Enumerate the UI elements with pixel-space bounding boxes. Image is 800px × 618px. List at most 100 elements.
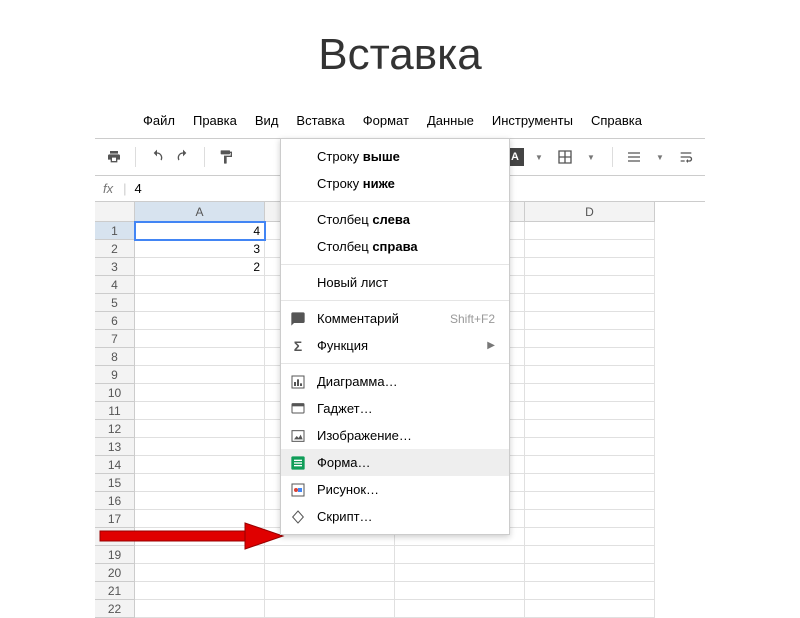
cell[interactable] <box>135 492 265 510</box>
dropdown-item-4[interactable]: Столбец справа <box>281 233 509 260</box>
cell[interactable] <box>135 474 265 492</box>
paint-format-icon[interactable] <box>215 146 237 168</box>
row-header[interactable]: 4 <box>95 276 135 294</box>
cell[interactable] <box>525 384 655 402</box>
menu-файл[interactable]: Файл <box>135 109 183 132</box>
cell[interactable] <box>135 564 265 582</box>
menu-вставка[interactable]: Вставка <box>288 109 352 132</box>
cell[interactable]: 3 <box>135 240 265 258</box>
row-header[interactable]: 11 <box>95 402 135 420</box>
align-icon[interactable] <box>623 146 645 168</box>
row-header[interactable]: 15 <box>95 474 135 492</box>
dropdown-item-13[interactable]: Изображение… <box>281 422 509 449</box>
row-header[interactable]: 22 <box>95 600 135 618</box>
dropdown-item-12[interactable]: Гаджет… <box>281 395 509 422</box>
cell[interactable] <box>395 564 525 582</box>
row-header[interactable]: 6 <box>95 312 135 330</box>
dropdown-item-label: Столбец справа <box>317 239 418 254</box>
row-header[interactable]: 10 <box>95 384 135 402</box>
cell[interactable] <box>135 366 265 384</box>
cell[interactable] <box>525 438 655 456</box>
row-header[interactable]: 14 <box>95 456 135 474</box>
row-header[interactable]: 16 <box>95 492 135 510</box>
row-header[interactable]: 12 <box>95 420 135 438</box>
cell[interactable] <box>525 276 655 294</box>
cell[interactable] <box>525 402 655 420</box>
cell[interactable] <box>395 546 525 564</box>
redo-icon[interactable] <box>172 146 194 168</box>
cell[interactable] <box>135 294 265 312</box>
cell[interactable] <box>525 312 655 330</box>
menu-формат[interactable]: Формат <box>355 109 417 132</box>
row-header[interactable]: 7 <box>95 330 135 348</box>
cell[interactable] <box>525 600 655 618</box>
row-header[interactable]: 13 <box>95 438 135 456</box>
menu-вид[interactable]: Вид <box>247 109 287 132</box>
cell[interactable] <box>265 600 395 618</box>
dropdown-item-1[interactable]: Строку ниже <box>281 170 509 197</box>
row-header[interactable]: 21 <box>95 582 135 600</box>
cell[interactable] <box>525 420 655 438</box>
cell[interactable] <box>525 330 655 348</box>
borders-icon[interactable] <box>554 146 576 168</box>
cell[interactable] <box>525 294 655 312</box>
select-all-corner[interactable] <box>95 202 135 222</box>
cell[interactable] <box>135 276 265 294</box>
menu-справка[interactable]: Справка <box>583 109 650 132</box>
dropdown-item-3[interactable]: Столбец слева <box>281 206 509 233</box>
cell[interactable]: 4 <box>135 222 265 240</box>
cell[interactable] <box>135 420 265 438</box>
cell[interactable] <box>525 564 655 582</box>
wrap-icon[interactable] <box>675 146 697 168</box>
cell[interactable] <box>525 456 655 474</box>
dropdown-item-15[interactable]: Рисунок… <box>281 476 509 503</box>
column-header[interactable]: D <box>525 202 655 222</box>
cell[interactable] <box>525 546 655 564</box>
cell[interactable] <box>525 528 655 546</box>
insert-dropdown[interactable]: Строку вышеСтроку ниже Столбец слева Столб… <box>280 138 510 535</box>
cell[interactable]: 2 <box>135 258 265 276</box>
cell[interactable] <box>525 582 655 600</box>
cell[interactable] <box>395 582 525 600</box>
dropdown-item-16[interactable]: Скрипт… <box>281 503 509 530</box>
dropdown-item-11[interactable]: Диаграмма… <box>281 368 509 395</box>
dropdown-item-14[interactable]: Форма… <box>281 449 509 476</box>
print-icon[interactable] <box>103 146 125 168</box>
cell[interactable] <box>525 492 655 510</box>
menu-инструменты[interactable]: Инструменты <box>484 109 581 132</box>
cell[interactable] <box>135 438 265 456</box>
undo-icon[interactable] <box>146 146 168 168</box>
cell[interactable] <box>525 366 655 384</box>
row-header[interactable]: 20 <box>95 564 135 582</box>
cell[interactable] <box>265 564 395 582</box>
cell[interactable] <box>525 474 655 492</box>
cell[interactable] <box>265 582 395 600</box>
cell[interactable] <box>525 348 655 366</box>
cell[interactable] <box>395 600 525 618</box>
row-header[interactable]: 9 <box>95 366 135 384</box>
row-header[interactable]: 2 <box>95 240 135 258</box>
menu-данные[interactable]: Данные <box>419 109 482 132</box>
menu-правка[interactable]: Правка <box>185 109 245 132</box>
row-header[interactable]: 8 <box>95 348 135 366</box>
cell[interactable] <box>525 240 655 258</box>
cell[interactable] <box>135 456 265 474</box>
column-header[interactable]: A <box>135 202 265 222</box>
cell[interactable] <box>135 312 265 330</box>
cell[interactable] <box>525 258 655 276</box>
dropdown-item-9[interactable]: ΣФункция▶ <box>281 332 509 359</box>
row-header[interactable]: 5 <box>95 294 135 312</box>
cell[interactable] <box>525 222 655 240</box>
cell[interactable] <box>135 348 265 366</box>
cell[interactable] <box>135 582 265 600</box>
cell[interactable] <box>135 402 265 420</box>
row-header[interactable]: 1 <box>95 222 135 240</box>
row-header[interactable]: 3 <box>95 258 135 276</box>
cell[interactable] <box>525 510 655 528</box>
dropdown-item-6[interactable]: Новый лист <box>281 269 509 296</box>
cell[interactable] <box>135 330 265 348</box>
cell[interactable] <box>135 600 265 618</box>
dropdown-item-0[interactable]: Строку выше <box>281 143 509 170</box>
dropdown-item-8[interactable]: КомментарийShift+F2 <box>281 305 509 332</box>
cell[interactable] <box>135 384 265 402</box>
